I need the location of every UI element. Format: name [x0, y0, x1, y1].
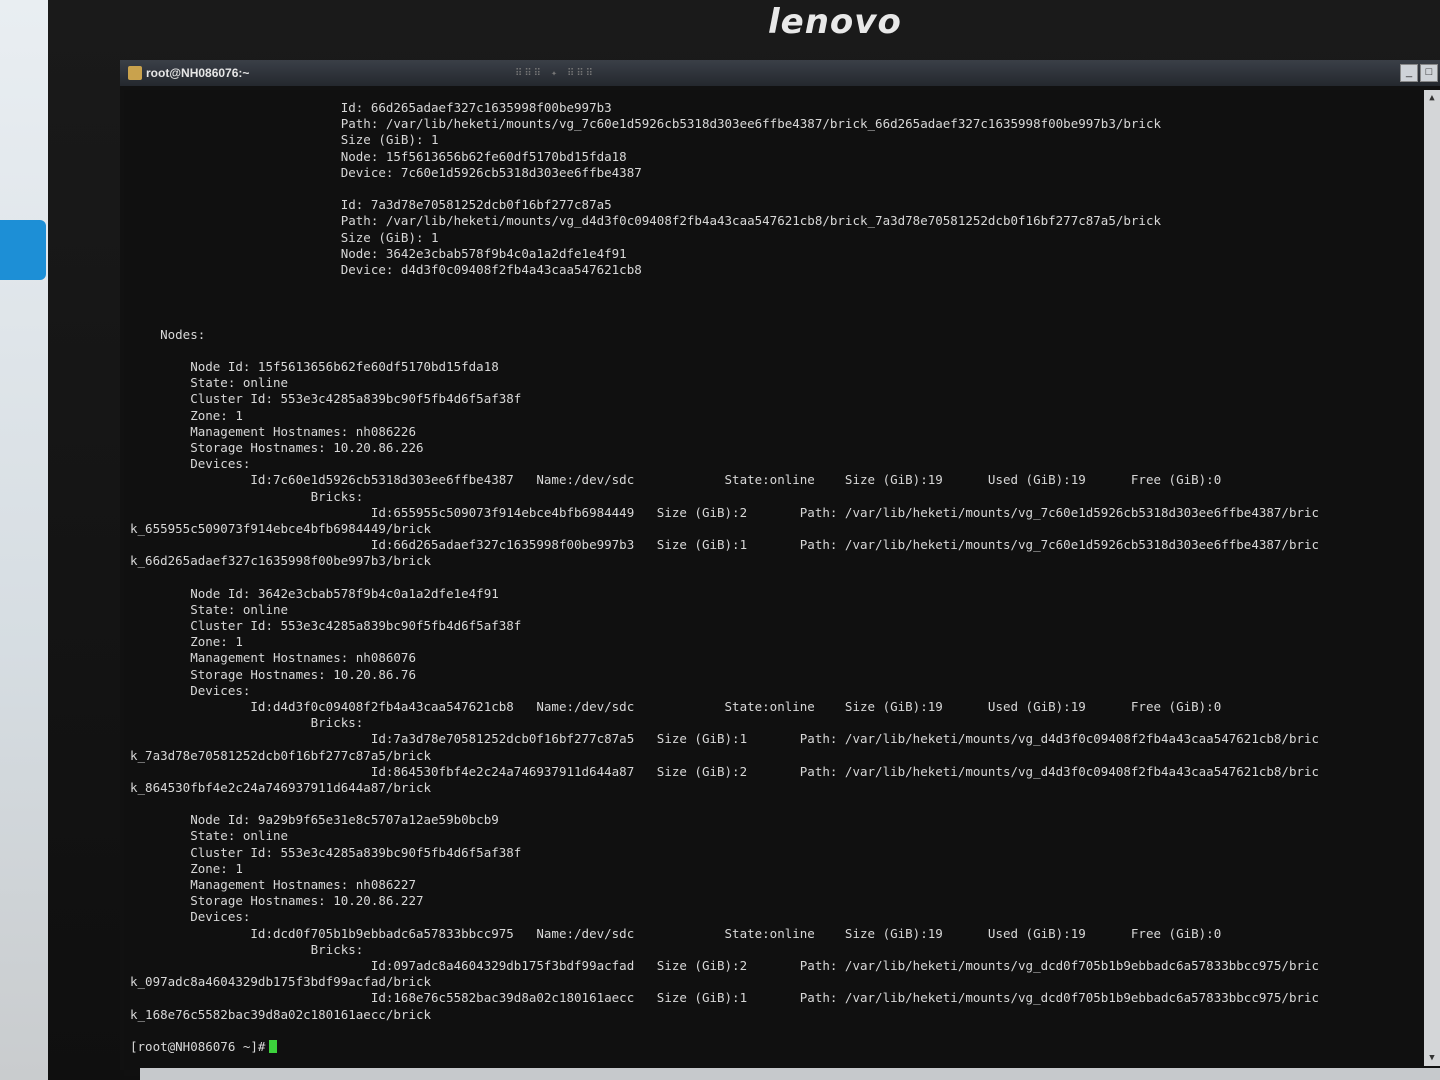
- terminal-line: Id:7c60e1d5926cb5318d303ee6ffbe4387 Name…: [130, 472, 1222, 488]
- terminal-line: Management Hostnames: nh086227: [130, 877, 416, 892]
- terminal-line: Storage Hostnames: 10.20.86.76: [130, 666, 416, 682]
- terminal-line: Id:864530fbf4e2c24a746937911d644a87 Size…: [130, 763, 1320, 779]
- wall-poster: [0, 220, 46, 280]
- terminal-line: Id:66d265adaef327c1635998f00be997b3 Size…: [130, 537, 1320, 553]
- terminal-line: Id:655955c509073f914ebce4bfb6984449 Size…: [130, 504, 1320, 520]
- terminal-line: Storage Hostnames: 10.20.86.226: [130, 439, 424, 455]
- terminal-line: Zone: 1: [130, 860, 243, 876]
- terminal-scrollbar[interactable]: ▲ ▼: [1424, 90, 1440, 1066]
- terminal-line: Cluster Id: 553e3c4285a839bc90f5fb4d6f5a…: [130, 844, 522, 860]
- terminal-line: Devices:: [130, 909, 251, 925]
- maximize-button[interactable]: □: [1420, 64, 1438, 82]
- window-title: root@NH086076:~: [146, 66, 250, 80]
- minimize-button[interactable]: _: [1400, 64, 1418, 82]
- title-grip-icon: ⠿⠿⠿ ✦ ⠿⠿⠿: [515, 68, 596, 79]
- scroll-up-icon[interactable]: ▲: [1426, 92, 1438, 104]
- terminal-line: Path: /var/lib/heketi/mounts/vg_7c60e1d5…: [130, 116, 1162, 132]
- monitor-brand-logo: lenovo: [768, 2, 902, 42]
- terminal-line: Zone: 1: [130, 634, 243, 650]
- terminal-line: Zone: 1: [130, 407, 243, 423]
- text-cursor: [269, 1039, 278, 1053]
- terminal-line: Node: 15f5613656b62fe60df5170bd15fda18: [130, 148, 627, 164]
- terminal-line: Size (GiB): 1: [130, 132, 439, 148]
- terminal-line: Path: /var/lib/heketi/mounts/vg_d4d3f0c0…: [130, 213, 1162, 229]
- terminal-line: Bricks:: [130, 488, 364, 504]
- terminal-line: Id: 66d265adaef327c1635998f00be997b3: [130, 100, 612, 115]
- terminal-line: k_7a3d78e70581252dcb0f16bf277c87a5/brick: [130, 747, 432, 763]
- scroll-down-icon[interactable]: ▼: [1426, 1052, 1438, 1064]
- terminal-line: Management Hostnames: nh086226: [130, 423, 416, 439]
- terminal-line: Id:097adc8a4604329db175f3bdf99acfad Size…: [130, 957, 1320, 973]
- terminal-line: k_655955c509073f914ebce4bfb6984449/brick: [130, 520, 432, 536]
- terminal-line: k_864530fbf4e2c24a746937911d644a87/brick: [130, 779, 432, 795]
- window-titlebar[interactable]: root@NH086076:~ ⠿⠿⠿ ✦ ⠿⠿⠿ _ □: [120, 60, 1440, 86]
- terminal-line: State: online: [130, 828, 289, 844]
- terminal-line: State: online: [130, 375, 289, 391]
- terminal-line: Cluster Id: 553e3c4285a839bc90f5fb4d6f5a…: [130, 618, 522, 633]
- terminal-line: Device: 7c60e1d5926cb5318d303ee6ffbe4387: [130, 164, 642, 180]
- terminal-line: Node: 3642e3cbab578f9b4c0a1a2dfe1e4f91: [130, 245, 627, 261]
- terminal-line: Id:dcd0f705b1b9ebbadc6a57833bbcc975 Name…: [130, 925, 1222, 941]
- monitor-screen: root@NH086076:~ ⠿⠿⠿ ✦ ⠿⠿⠿ _ □ Id: 66d265…: [120, 60, 1440, 1076]
- terminal-line: State: online: [130, 601, 289, 617]
- terminal-line: Id:7a3d78e70581252dcb0f16bf277c87a5 Size…: [130, 731, 1320, 747]
- terminal-line: Management Hostnames: nh086076: [130, 650, 416, 666]
- terminal-line: k_097adc8a4604329db175f3bdf99acfad/brick: [130, 974, 432, 990]
- terminal-prompt-line[interactable]: [root@NH086076 ~]#: [130, 1039, 1426, 1055]
- terminal-line: Id: 7a3d78e70581252dcb0f16bf277c87a5: [130, 197, 612, 213]
- terminal-line: k_168e76c5582bac39d8a02c180161aecc/brick: [130, 1006, 432, 1022]
- terminal-line: Id:d4d3f0c09408f2fb4a43caa547621cb8 Name…: [130, 698, 1222, 714]
- terminal-line: Size (GiB): 1: [130, 229, 439, 245]
- shell-prompt: [root@NH086076 ~]#: [130, 1038, 266, 1054]
- terminal-line: Bricks:: [130, 715, 364, 731]
- terminal-line: Devices:: [130, 456, 251, 472]
- terminal-line: Nodes:: [130, 326, 206, 342]
- terminal-line: k_66d265adaef327c1635998f00be997b3/brick: [130, 553, 432, 569]
- terminal-line: Device: d4d3f0c09408f2fb4a43caa547621cb8: [130, 261, 642, 277]
- terminal-line: Node Id: 9a29b9f65e31e8c5707a12ae59b0bcb…: [130, 812, 499, 828]
- putty-icon: [128, 66, 142, 80]
- taskbar[interactable]: [140, 1068, 1440, 1080]
- terminal-line: Bricks:: [130, 941, 364, 957]
- terminal-line: Id:168e76c5582bac39d8a02c180161aecc Size…: [130, 990, 1320, 1006]
- terminal-line: Node Id: 15f5613656b62fe60df5170bd15fda1…: [130, 359, 499, 374]
- terminal-line: Node Id: 3642e3cbab578f9b4c0a1a2dfe1e4f9…: [130, 585, 499, 601]
- terminal-line: Cluster Id: 553e3c4285a839bc90f5fb4d6f5a…: [130, 391, 522, 407]
- terminal-output[interactable]: Id: 66d265adaef327c1635998f00be997b3 Pat…: [124, 90, 1426, 1076]
- terminal-line: Storage Hostnames: 10.20.86.227: [130, 893, 424, 909]
- terminal-line: Devices:: [130, 682, 251, 698]
